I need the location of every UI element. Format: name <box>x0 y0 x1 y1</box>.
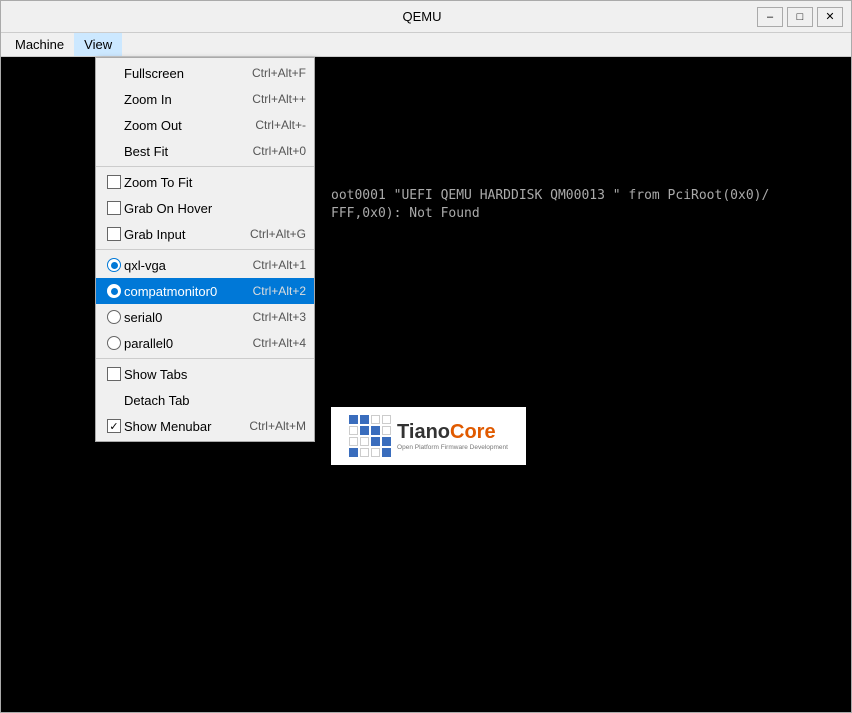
parallel0-label: parallel0 <box>124 336 245 351</box>
menu-serial0[interactable]: serial0 Ctrl+Alt+3 <box>96 304 314 330</box>
menu-show-tabs[interactable]: Show Tabs <box>96 361 314 387</box>
show-tabs-label: Show Tabs <box>124 367 298 382</box>
menu-show-menubar[interactable]: Show Menubar Ctrl+Alt+M <box>96 413 314 439</box>
title-bar: QEMU – □ ✕ <box>1 1 851 33</box>
logo-core: Core <box>450 421 496 443</box>
best-fit-label: Best Fit <box>124 144 245 159</box>
menu-zoom-to-fit[interactable]: Zoom To Fit <box>96 169 314 195</box>
separator-2 <box>96 249 314 250</box>
show-tabs-checkbox <box>107 367 121 381</box>
parallel0-check-area <box>104 336 124 350</box>
serial0-radio <box>107 310 121 324</box>
logo-tagline: Open Platform Firmware Development <box>397 444 508 451</box>
parallel0-radio <box>107 336 121 350</box>
grab-input-label: Grab Input <box>124 227 242 242</box>
window-title: QEMU <box>87 9 757 24</box>
zoom-in-label: Zoom In <box>124 92 244 107</box>
grab-input-shortcut: Ctrl+Alt+G <box>250 227 306 241</box>
serial0-check-area <box>104 310 124 324</box>
compatmonitor0-check-area <box>104 284 124 298</box>
minimize-button[interactable]: – <box>757 7 783 27</box>
menu-zoom-out[interactable]: Zoom Out Ctrl+Alt+- <box>96 112 314 138</box>
best-fit-shortcut: Ctrl+Alt+0 <box>253 144 306 158</box>
parallel0-shortcut: Ctrl+Alt+4 <box>253 336 306 350</box>
menu-machine[interactable]: Machine <box>5 33 74 56</box>
serial0-shortcut: Ctrl+Alt+3 <box>253 310 306 324</box>
zoom-to-fit-check-area <box>104 175 124 189</box>
close-button[interactable]: ✕ <box>817 7 843 27</box>
separator-3 <box>96 358 314 359</box>
grab-input-checkbox <box>107 227 121 241</box>
show-menubar-label: Show Menubar <box>124 419 241 434</box>
qxl-vga-check-area <box>104 258 124 272</box>
compatmonitor0-radio <box>107 284 121 298</box>
fullscreen-label: Fullscreen <box>124 66 244 81</box>
terminal-line1: oot0001 "UEFI QEMU HARDDISK QM00013 " fr… <box>331 188 769 203</box>
separator-1 <box>96 166 314 167</box>
menu-parallel0[interactable]: parallel0 Ctrl+Alt+4 <box>96 330 314 356</box>
menu-bar: Machine View Fullscreen Ctrl+Alt+F Zoom … <box>1 33 851 57</box>
qxl-vga-radio <box>107 258 121 272</box>
show-menubar-shortcut: Ctrl+Alt+M <box>249 419 306 433</box>
compatmonitor0-shortcut: Ctrl+Alt+2 <box>253 284 306 298</box>
menu-compatmonitor0[interactable]: compatmonitor0 Ctrl+Alt+2 <box>96 278 314 304</box>
tianocore-logo: TianoCore Open Platform Firmware Develop… <box>331 407 526 465</box>
menu-fullscreen[interactable]: Fullscreen Ctrl+Alt+F <box>96 60 314 86</box>
zoom-out-label: Zoom Out <box>124 118 247 133</box>
view-dropdown: Fullscreen Ctrl+Alt+F Zoom In Ctrl+Alt++… <box>95 57 315 442</box>
zoom-to-fit-label: Zoom To Fit <box>124 175 298 190</box>
serial0-label: serial0 <box>124 310 245 325</box>
grab-on-hover-label: Grab On Hover <box>124 201 298 216</box>
show-tabs-check-area <box>104 367 124 381</box>
detach-tab-label: Detach Tab <box>124 393 298 408</box>
terminal-output: oot0001 "UEFI QEMU HARDDISK QM00013 " fr… <box>331 187 769 223</box>
zoom-to-fit-checkbox <box>107 175 121 189</box>
fullscreen-shortcut: Ctrl+Alt+F <box>252 66 306 80</box>
menu-best-fit[interactable]: Best Fit Ctrl+Alt+0 <box>96 138 314 164</box>
menu-grab-input[interactable]: Grab Input Ctrl+Alt+G <box>96 221 314 247</box>
menu-qxl-vga[interactable]: qxl-vga Ctrl+Alt+1 <box>96 252 314 278</box>
qxl-vga-label: qxl-vga <box>124 258 245 273</box>
qemu-window: QEMU – □ ✕ Machine View Fullscreen Ctrl+… <box>0 0 852 713</box>
window-controls: – □ ✕ <box>757 7 843 27</box>
grab-on-hover-checkbox <box>107 201 121 215</box>
grab-on-hover-check-area <box>104 201 124 215</box>
show-menubar-check-area <box>104 419 124 433</box>
menu-grab-on-hover[interactable]: Grab On Hover <box>96 195 314 221</box>
grab-input-check-area <box>104 227 124 241</box>
logo-tiano: Tiano <box>397 421 450 443</box>
zoom-out-shortcut: Ctrl+Alt+- <box>255 118 306 132</box>
menu-zoom-in[interactable]: Zoom In Ctrl+Alt++ <box>96 86 314 112</box>
menu-detach-tab[interactable]: Detach Tab <box>96 387 314 413</box>
terminal-line2: FFF,0x0): Not Found <box>331 206 480 221</box>
compatmonitor0-label: compatmonitor0 <box>124 284 245 299</box>
menu-view[interactable]: View <box>74 33 122 56</box>
maximize-button[interactable]: □ <box>787 7 813 27</box>
qxl-vga-shortcut: Ctrl+Alt+1 <box>253 258 306 272</box>
zoom-in-shortcut: Ctrl+Alt++ <box>252 92 306 106</box>
show-menubar-checkbox <box>107 419 121 433</box>
